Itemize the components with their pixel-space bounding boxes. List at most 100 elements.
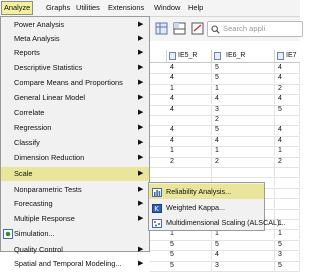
menu-item-label: Power Analysis (14, 20, 65, 29)
column-header[interactable]: IE5_R (167, 50, 212, 63)
menu-item-label: Meta Analysis (14, 34, 60, 43)
table-cell[interactable] (275, 187, 300, 198)
table-cell[interactable]: 1 (212, 83, 275, 94)
submenu-arrow-icon: ▶ (138, 200, 144, 207)
table-cell[interactable] (275, 115, 300, 125)
table-cell[interactable]: 4 (167, 104, 212, 115)
table-cell[interactable]: 4 (275, 94, 300, 105)
table-cell[interactable]: 2 (275, 83, 300, 94)
table-cell[interactable] (275, 198, 300, 209)
menu-item-meta-analysis[interactable]: Meta Analysis ▶ (1, 32, 149, 46)
menu-item-label: Compare Means and Proportions (14, 78, 123, 87)
column-header[interactable]: IE7 (275, 50, 300, 63)
table-cell[interactable]: 4 (167, 73, 212, 84)
menu-item-correlate[interactable]: Correlate ▶ (1, 106, 149, 120)
menu-window[interactable]: Window (152, 2, 182, 14)
search-icon (211, 25, 220, 34)
table-cell[interactable] (167, 115, 212, 125)
weight-cases-icon[interactable] (190, 21, 204, 35)
menu-item-simulation[interactable]: Simulation... (1, 227, 149, 241)
menu-item-forecasting[interactable]: Forecasting ▶ (1, 197, 149, 211)
table-cell[interactable]: 1 (275, 229, 300, 240)
goto-case-icon[interactable] (154, 21, 168, 35)
table-cell[interactable]: 5 (167, 239, 212, 250)
table-cell[interactable]: 4 (167, 94, 212, 105)
menu-extensions[interactable]: Extensions (106, 2, 146, 14)
menu-item-classify[interactable]: Classify ▶ (1, 136, 149, 150)
menu-item-quality-control[interactable]: Quality Control ▶ (1, 243, 149, 257)
menu-graphs[interactable]: Graphs (44, 2, 72, 14)
table-cell[interactable] (275, 177, 300, 188)
menu-analyze[interactable]: Analyze (1, 1, 34, 15)
menu-item-regression[interactable]: Regression ▶ (1, 121, 149, 135)
table-cell[interactable]: 4 (167, 125, 212, 136)
table-cell[interactable]: 5 (275, 104, 300, 115)
submenu-arrow-icon: ▶ (138, 186, 144, 193)
menu-item-power-analysis[interactable]: Power Analysis ▶ (1, 18, 149, 32)
table-cell[interactable]: 5 (275, 260, 300, 271)
menu-item-reports[interactable]: Reports ▶ (1, 46, 149, 60)
column-header[interactable]: IE6_R (212, 50, 275, 63)
menu-item-nonparametric-tests[interactable]: Nonparametric Tests ▶ (1, 183, 149, 197)
menu-item-label: Quality Control (14, 245, 63, 254)
search-field[interactable]: Search appli (207, 21, 303, 37)
multidimensional-scaling-item[interactable]: Multidimensional Scaling (ALSCAL)... (149, 215, 285, 230)
table-cell[interactable]: 5 (212, 239, 275, 250)
split-file-icon[interactable] (172, 21, 186, 35)
table-cell[interactable]: 4 (167, 63, 212, 73)
table-cell[interactable]: 4 (275, 125, 300, 136)
table-cell[interactable]: 1 (167, 83, 212, 94)
menu-item-label: Regression (14, 123, 52, 132)
table-cell[interactable]: 2 (167, 156, 212, 167)
search-placeholder: Search appli (223, 24, 266, 33)
menu-item-compare-means-and-proportions[interactable]: Compare Means and Proportions ▶ (1, 76, 149, 90)
submenu-arrow-icon: ▶ (138, 260, 144, 267)
table-cell[interactable]: 1 (167, 146, 212, 157)
table-cell[interactable]: 2 (275, 156, 300, 167)
table-cell[interactable]: 3 (212, 260, 275, 271)
menu-help[interactable]: Help (186, 2, 205, 14)
table-cell[interactable]: 3 (212, 104, 275, 115)
table-cell[interactable] (212, 167, 275, 177)
submenu-arrow-icon: ▶ (138, 94, 144, 101)
analyze-menu: Power Analysis ▶ Meta Analysis ▶ Reports ▶ Des… (0, 16, 150, 268)
menu-item-label: Multiple Response (14, 214, 75, 223)
table-cell[interactable]: 4 (275, 63, 300, 73)
table-row: 535 (150, 260, 300, 272)
menu-item-scale[interactable]: Scale ▶ (1, 167, 149, 181)
table-cell[interactable]: 4 (275, 135, 300, 146)
submenu-arrow-icon: ▶ (138, 21, 144, 28)
menu-item-descriptive-statistics[interactable]: Descriptive Statistics ▶ (1, 61, 149, 75)
menu-utilities[interactable]: Utilities (74, 2, 102, 14)
table-cell[interactable]: 1 (275, 146, 300, 157)
menu-item-general-linear-model[interactable]: General Linear Model ▶ (1, 91, 149, 105)
menu-item-spatial-and-temporal-modeling[interactable]: Spatial and Temporal Modeling... ▶ (1, 257, 149, 271)
table-cell[interactable]: 5 (212, 63, 275, 73)
table-cell[interactable]: 4 (275, 73, 300, 84)
table-cell[interactable]: 4 (167, 135, 212, 146)
menu-item-label: Scale (14, 169, 33, 178)
table-cell[interactable]: 1 (212, 146, 275, 157)
table-cell[interactable] (167, 167, 212, 177)
table-cell[interactable]: 5 (167, 260, 212, 271)
menu-item-label: Forecasting (14, 199, 53, 208)
scale-submenu: Reliability Analysis... K Weighted Kappa… (148, 182, 285, 231)
menu-item-label: Descriptive Statistics (14, 63, 83, 72)
menu-item-dimension-reduction[interactable]: Dimension Reduction ▶ (1, 151, 149, 165)
table-cell[interactable] (275, 167, 300, 177)
menu-bar: Analyze Graphs Utilities Extensions Wind… (0, 0, 300, 17)
menu-item-label: General Linear Model (14, 93, 86, 102)
reliability-analysis-item[interactable]: Reliability Analysis... (149, 184, 264, 199)
menu-item-multiple-response[interactable]: Multiple Response ▶ (1, 212, 149, 226)
menu-item-label: Simulation... (14, 229, 55, 238)
table-cell[interactable]: 2 (212, 115, 275, 125)
weighted-kappa-item[interactable]: K Weighted Kappa... (149, 200, 264, 215)
table-cell[interactable]: 4 (212, 94, 275, 105)
table-cell[interactable]: 5 (212, 73, 275, 84)
menu-item-label: Dimension Reduction (14, 153, 85, 162)
submenu-arrow-icon: ▶ (138, 215, 144, 222)
table-cell[interactable]: 4 (212, 135, 275, 146)
table-cell[interactable]: 2 (212, 156, 275, 167)
table-cell[interactable]: 5 (275, 239, 300, 250)
table-cell[interactable]: 5 (212, 125, 275, 136)
